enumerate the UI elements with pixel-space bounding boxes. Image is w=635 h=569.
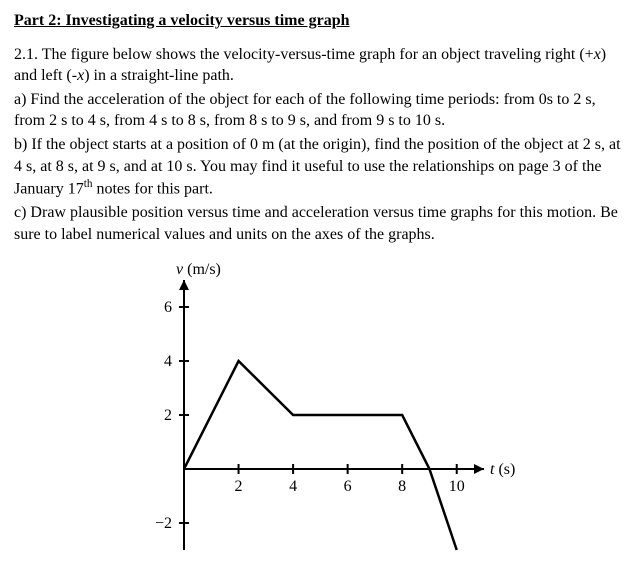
svg-text:−2: −2 <box>155 515 172 532</box>
svg-text:t (s): t (s) <box>490 461 515 478</box>
svg-text:10: 10 <box>449 478 465 495</box>
intro-text-a: 2.1. The figure below shows the velocity… <box>14 46 594 63</box>
intro-text-c: ) in a straight-line path. <box>84 67 234 84</box>
svg-text:8: 8 <box>398 478 406 495</box>
chart-svg: 2 4 6 8 10 −2 2 4 6 v (m/s) t (s) <box>124 259 524 559</box>
svg-text:v (m/s): v (m/s) <box>176 261 221 278</box>
svg-text:4: 4 <box>164 353 172 370</box>
var-x-1: x <box>594 46 601 63</box>
svg-text:2: 2 <box>164 407 172 424</box>
problem-intro: 2.1. The figure below shows the velocity… <box>14 44 621 87</box>
part-c: c) Draw plausible position versus time a… <box>14 202 621 245</box>
section-title: Part 2: Investigating a velocity versus … <box>14 10 621 32</box>
velocity-graph: 2 4 6 8 10 −2 2 4 6 v (m/s) t (s) <box>14 259 621 559</box>
svg-text:6: 6 <box>344 478 352 495</box>
svg-text:6: 6 <box>164 299 172 316</box>
part-a: a) Find the acceleration of the object f… <box>14 89 621 132</box>
part-b-text-2: notes for this part. <box>92 180 212 197</box>
part-b: b) If the object starts at a position of… <box>14 134 621 200</box>
svg-text:4: 4 <box>289 478 297 495</box>
svg-text:2: 2 <box>235 478 243 495</box>
